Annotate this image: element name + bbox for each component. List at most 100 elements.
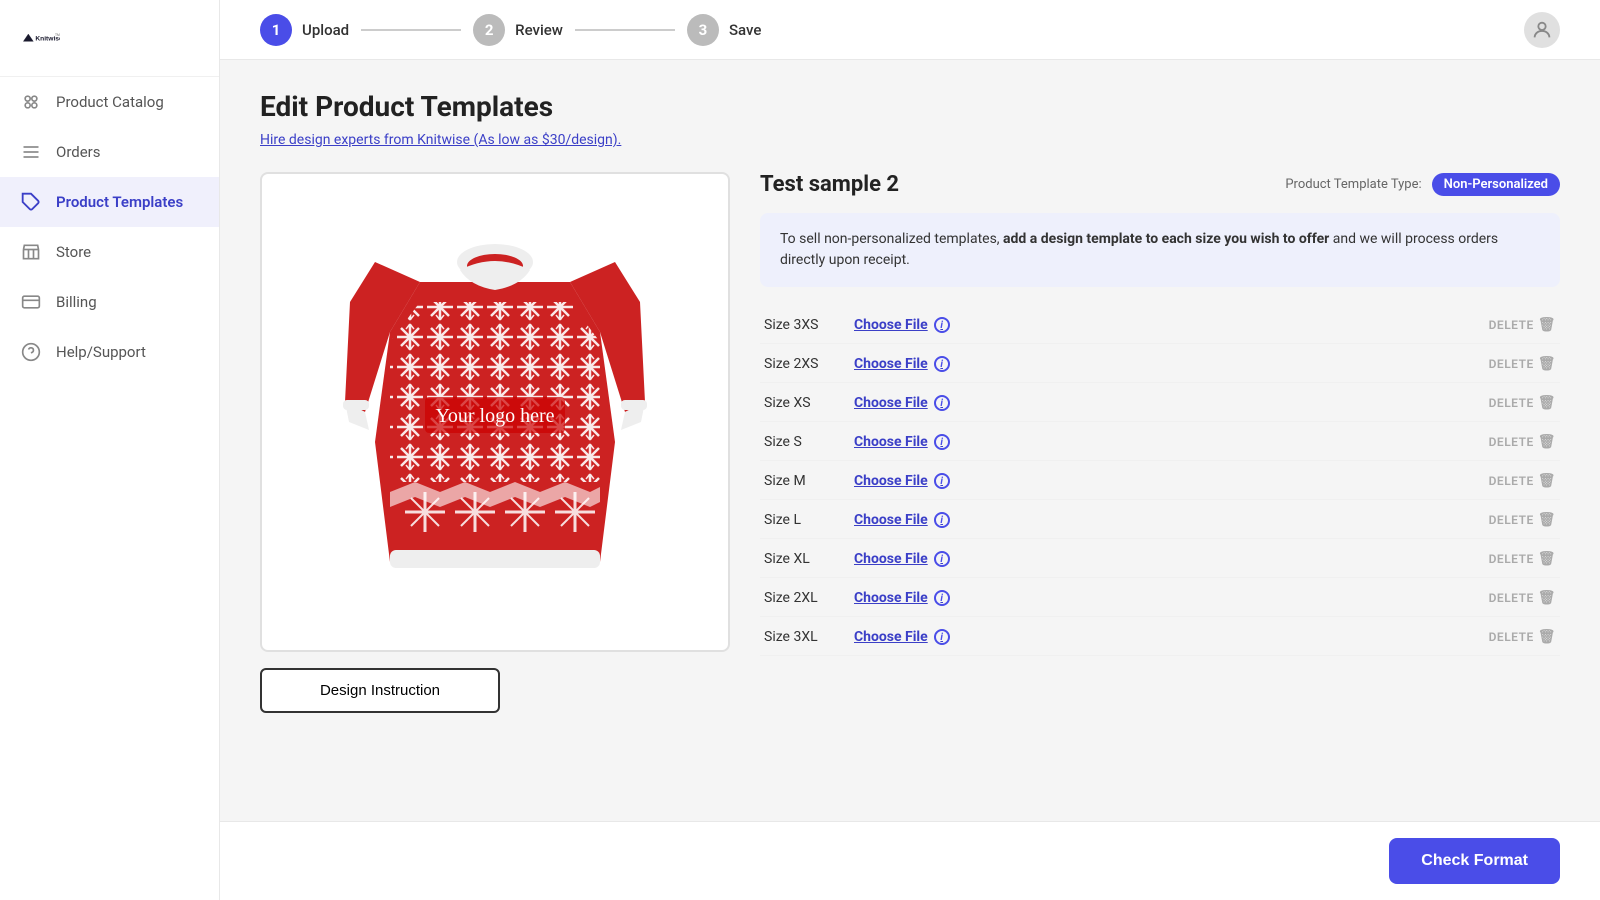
delete-button-2xs[interactable]: DELETE 🗑 <box>1489 356 1556 372</box>
product-name: Test sample 2 <box>760 172 899 197</box>
info-icon-m[interactable]: i <box>934 473 950 489</box>
info-text-bold: add a design template to each size you w… <box>1003 231 1329 247</box>
size-label-l: Size L <box>764 512 854 528</box>
design-instruction-button[interactable]: Design Instruction <box>260 668 500 713</box>
sidebar-label-product-templates: Product Templates <box>56 193 183 211</box>
sidebar-item-orders[interactable]: Orders <box>0 127 219 177</box>
trash-icon-xl: 🗑 <box>1538 551 1556 567</box>
sidebar-item-store[interactable]: Store <box>0 227 219 277</box>
size-row-xl: Size XL Choose File i DELETE 🗑 <box>760 541 1560 578</box>
user-avatar-button[interactable] <box>1524 12 1560 48</box>
size-label-xl: Size XL <box>764 551 854 567</box>
delete-label-2xl: DELETE <box>1489 591 1534 605</box>
choose-file-link-s[interactable]: Choose File i <box>854 434 950 450</box>
step-2-label: Review <box>515 21 563 39</box>
main-area: 1 Upload 2 Review 3 Save Edit Produc <box>220 0 1600 900</box>
trash-icon-3xs: 🗑 <box>1538 317 1556 333</box>
delete-label-2xs: DELETE <box>1489 357 1534 371</box>
info-icon-3xl[interactable]: i <box>934 629 950 645</box>
size-label-m: Size M <box>764 473 854 489</box>
store-icon <box>20 241 42 263</box>
choose-file-text-3xs: Choose File <box>854 317 928 333</box>
grid-icon <box>20 91 42 113</box>
choose-file-link-m[interactable]: Choose File i <box>854 473 950 489</box>
delete-button-xl[interactable]: DELETE 🗑 <box>1489 551 1556 567</box>
delete-label-xl: DELETE <box>1489 552 1534 566</box>
sidebar-item-billing[interactable]: Billing <box>0 277 219 327</box>
size-row-3xs: Size 3XS Choose File i DELETE 🗑 <box>760 307 1560 344</box>
product-layout: Your logo here <box>260 172 1560 713</box>
step-line-1-2 <box>361 29 461 31</box>
delete-button-2xl[interactable]: DELETE 🗑 <box>1489 590 1556 606</box>
sidebar-item-help-support[interactable]: Help/Support <box>0 327 219 377</box>
size-row-2xl: Size 2XL Choose File i DELETE 🗑 <box>760 580 1560 617</box>
delete-button-3xl[interactable]: DELETE 🗑 <box>1489 629 1556 645</box>
info-icon-3xs[interactable]: i <box>934 317 950 333</box>
list-icon <box>20 141 42 163</box>
info-icon-s[interactable]: i <box>934 434 950 450</box>
delete-button-3xs[interactable]: DELETE 🗑 <box>1489 317 1556 333</box>
size-label-xs: Size XS <box>764 395 854 411</box>
choose-file-link-l[interactable]: Choose File i <box>854 512 950 528</box>
info-icon-xs[interactable]: i <box>934 395 950 411</box>
hire-link[interactable]: Hire design experts from Knitwise (As lo… <box>260 132 621 148</box>
knitwise-logo: Knitwise TM <box>20 18 60 58</box>
check-format-button[interactable]: Check Format <box>1389 838 1560 884</box>
delete-label-xs: DELETE <box>1489 396 1534 410</box>
delete-button-s[interactable]: DELETE 🗑 <box>1489 434 1556 450</box>
info-icon-l[interactable]: i <box>934 512 950 528</box>
choose-file-text-2xs: Choose File <box>854 356 928 372</box>
product-image-area: Your logo here <box>260 172 730 713</box>
size-row-xs: Size XS Choose File i DELETE 🗑 <box>760 385 1560 422</box>
delete-label-l: DELETE <box>1489 513 1534 527</box>
delete-button-xs[interactable]: DELETE 🗑 <box>1489 395 1556 411</box>
sidebar-label-help-support: Help/Support <box>56 343 146 361</box>
info-text-pre: To sell non-personalized templates, <box>780 231 1000 247</box>
size-label-2xs: Size 2XS <box>764 356 854 372</box>
step-2: 2 Review <box>473 14 563 46</box>
product-header: Test sample 2 Product Template Type: Non… <box>760 172 1560 197</box>
delete-button-m[interactable]: DELETE 🗑 <box>1489 473 1556 489</box>
choose-file-text-2xl: Choose File <box>854 590 928 606</box>
product-image-box: Your logo here <box>260 172 730 652</box>
template-type-row: Product Template Type: Non-Personalized <box>1285 173 1560 196</box>
choose-file-link-xl[interactable]: Choose File i <box>854 551 950 567</box>
product-info-area: Test sample 2 Product Template Type: Non… <box>760 172 1560 656</box>
choose-file-text-s: Choose File <box>854 434 928 450</box>
delete-button-l[interactable]: DELETE 🗑 <box>1489 512 1556 528</box>
sidebar-label-store: Store <box>56 243 91 261</box>
choose-file-text-m: Choose File <box>854 473 928 489</box>
svg-text:TM: TM <box>55 33 60 37</box>
choose-file-link-3xl[interactable]: Choose File i <box>854 629 950 645</box>
choose-file-link-2xl[interactable]: Choose File i <box>854 590 950 606</box>
choose-file-link-xs[interactable]: Choose File i <box>854 395 950 411</box>
choose-file-link-2xs[interactable]: Choose File i <box>854 356 950 372</box>
info-icon-2xl[interactable]: i <box>934 590 950 606</box>
trash-icon-2xs: 🗑 <box>1538 356 1556 372</box>
help-icon <box>20 341 42 363</box>
tag-icon <box>20 191 42 213</box>
trash-icon-m: 🗑 <box>1538 473 1556 489</box>
sidebar-item-product-catalog[interactable]: Product Catalog <box>0 77 219 127</box>
topbar: 1 Upload 2 Review 3 Save <box>220 0 1600 60</box>
info-icon-xl[interactable]: i <box>934 551 950 567</box>
sidebar-label-billing: Billing <box>56 293 97 311</box>
step-3-label: Save <box>729 21 761 39</box>
delete-label-m: DELETE <box>1489 474 1534 488</box>
sidebar-label-orders: Orders <box>56 143 101 161</box>
size-row-3xl: Size 3XL Choose File i DELETE 🗑 <box>760 619 1560 656</box>
info-icon-2xs[interactable]: i <box>934 356 950 372</box>
choose-file-link-3xs[interactable]: Choose File i <box>854 317 950 333</box>
non-personalized-badge: Non-Personalized <box>1432 173 1560 196</box>
sidebar-item-product-templates[interactable]: Product Templates <box>0 177 219 227</box>
size-label-3xl: Size 3XL <box>764 629 854 645</box>
trash-icon-3xl: 🗑 <box>1538 629 1556 645</box>
step-3-circle: 3 <box>687 14 719 46</box>
billing-icon <box>20 291 42 313</box>
delete-label-s: DELETE <box>1489 435 1534 449</box>
page-content: Edit Product Templates Hire design exper… <box>220 60 1600 821</box>
sweater-image: Your logo here <box>335 202 655 622</box>
step-1-label: Upload <box>302 21 349 39</box>
step-1: 1 Upload <box>260 14 349 46</box>
trash-icon-2xl: 🗑 <box>1538 590 1556 606</box>
